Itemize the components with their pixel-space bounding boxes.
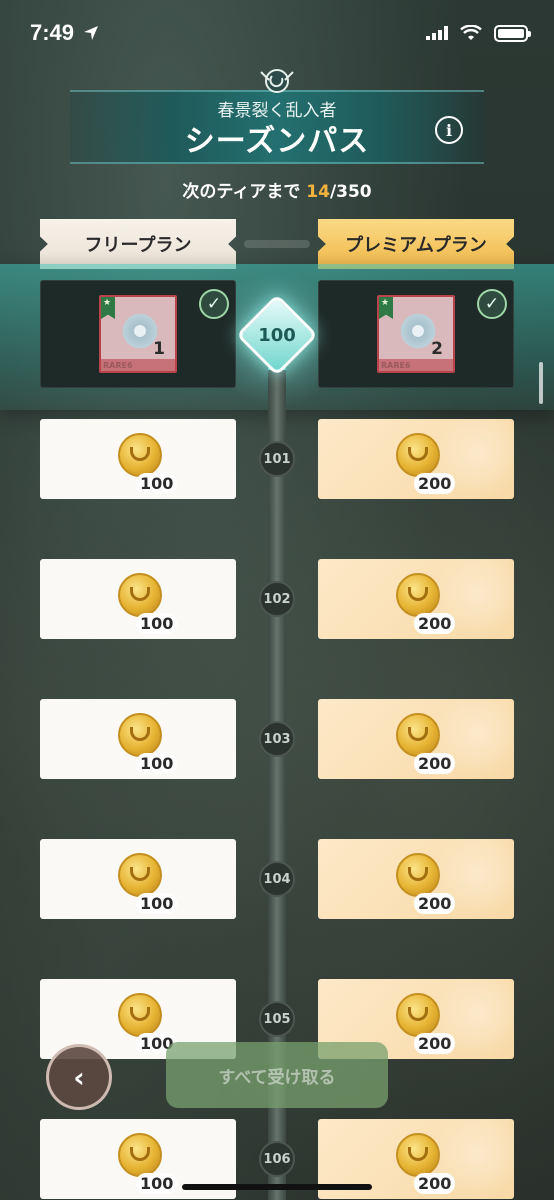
reward-item-image: ★ RARE6 1: [99, 295, 177, 373]
tier-node: 101: [259, 441, 295, 477]
rarity-flag-icon: ★: [379, 297, 393, 319]
coin-icon: [118, 573, 162, 617]
reward-amount: 200: [414, 473, 456, 494]
claimed-check-icon: ✓: [477, 289, 507, 319]
reward-amount: 200: [414, 613, 456, 634]
home-indicator: [182, 1184, 372, 1190]
reward-amount: 200: [414, 753, 456, 774]
scrollbar[interactable]: [539, 362, 543, 404]
premium-reward-card[interactable]: 200: [318, 559, 514, 639]
reward-amount: 100: [136, 753, 178, 774]
claimed-check-icon: ✓: [199, 289, 229, 319]
info-button[interactable]: i: [435, 116, 463, 144]
claim-all-button[interactable]: すべて受け取る: [166, 1042, 388, 1108]
reward-amount: 100: [136, 613, 178, 634]
reward-count: 2: [431, 339, 443, 359]
premium-reward-card-current[interactable]: ★ RARE6 2 ✓: [318, 280, 514, 388]
rarity-flag-icon: ★: [101, 297, 115, 319]
tier-node: 103: [259, 721, 295, 757]
battery-icon: [494, 24, 531, 42]
info-icon: i: [445, 120, 453, 140]
free-reward-card[interactable]: 100: [40, 559, 236, 639]
reward-amount: 200: [414, 1033, 456, 1054]
reward-amount: 100: [136, 893, 178, 914]
cellular-signal-icon: [426, 26, 448, 40]
coin-icon: [396, 713, 440, 757]
coin-icon: [118, 1133, 162, 1177]
tier-progress-label: 次のティアまで: [182, 182, 307, 202]
status-time-group: 7:49: [30, 20, 100, 46]
coin-icon: [118, 853, 162, 897]
free-reward-card[interactable]: 100: [40, 419, 236, 499]
tier-node: 106: [259, 1141, 295, 1177]
free-plan-header: フリープラン: [40, 219, 236, 269]
tier-node: 102: [259, 581, 295, 617]
season-emblem-icon: [260, 69, 294, 93]
free-reward-card[interactable]: 100: [40, 839, 236, 919]
chevron-left-icon: ‹: [73, 1060, 85, 1094]
reward-count: 1: [153, 339, 165, 359]
status-bar: 7:49: [0, 0, 554, 66]
coin-icon: [118, 713, 162, 757]
coin-icon: [396, 993, 440, 1037]
premium-reward-card[interactable]: 200: [318, 699, 514, 779]
coin-icon: [396, 433, 440, 477]
premium-reward-card[interactable]: 200: [318, 839, 514, 919]
premium-plan-header: プレミアムプラン: [318, 219, 514, 269]
reward-amount: 100: [136, 1173, 178, 1194]
tier-progress-total: /350: [329, 182, 372, 202]
current-tier-number: 100: [258, 324, 296, 346]
status-time: 7:49: [30, 20, 75, 45]
plan-divider: [244, 240, 310, 248]
free-reward-card[interactable]: 100: [40, 699, 236, 779]
coin-icon: [118, 433, 162, 477]
wifi-icon: [460, 25, 482, 40]
coin-icon: [396, 1133, 440, 1177]
tier-progress: 次のティアまで 14/350: [0, 177, 554, 202]
reward-rarity: RARE6: [381, 361, 411, 370]
tier-node: 104: [259, 861, 295, 897]
tier-node: 105: [259, 1001, 295, 1037]
tier-progress-current: 14: [306, 182, 330, 202]
reward-rarity: RARE6: [103, 361, 133, 370]
location-arrow-icon: [84, 26, 99, 40]
reward-amount: 200: [414, 1173, 456, 1194]
coin-icon: [396, 573, 440, 617]
page-title: シーズンパス: [184, 124, 370, 159]
reward-amount: 100: [136, 473, 178, 494]
status-indicators: [426, 24, 531, 42]
coin-icon: [396, 853, 440, 897]
premium-reward-card[interactable]: 200: [318, 419, 514, 499]
coin-icon: [118, 993, 162, 1037]
reward-item-image: ★ RARE6 2: [377, 295, 455, 373]
reward-amount: 200: [414, 893, 456, 914]
back-button[interactable]: ‹: [46, 1044, 112, 1110]
free-reward-card-current[interactable]: ★ RARE6 1 ✓: [40, 280, 236, 388]
